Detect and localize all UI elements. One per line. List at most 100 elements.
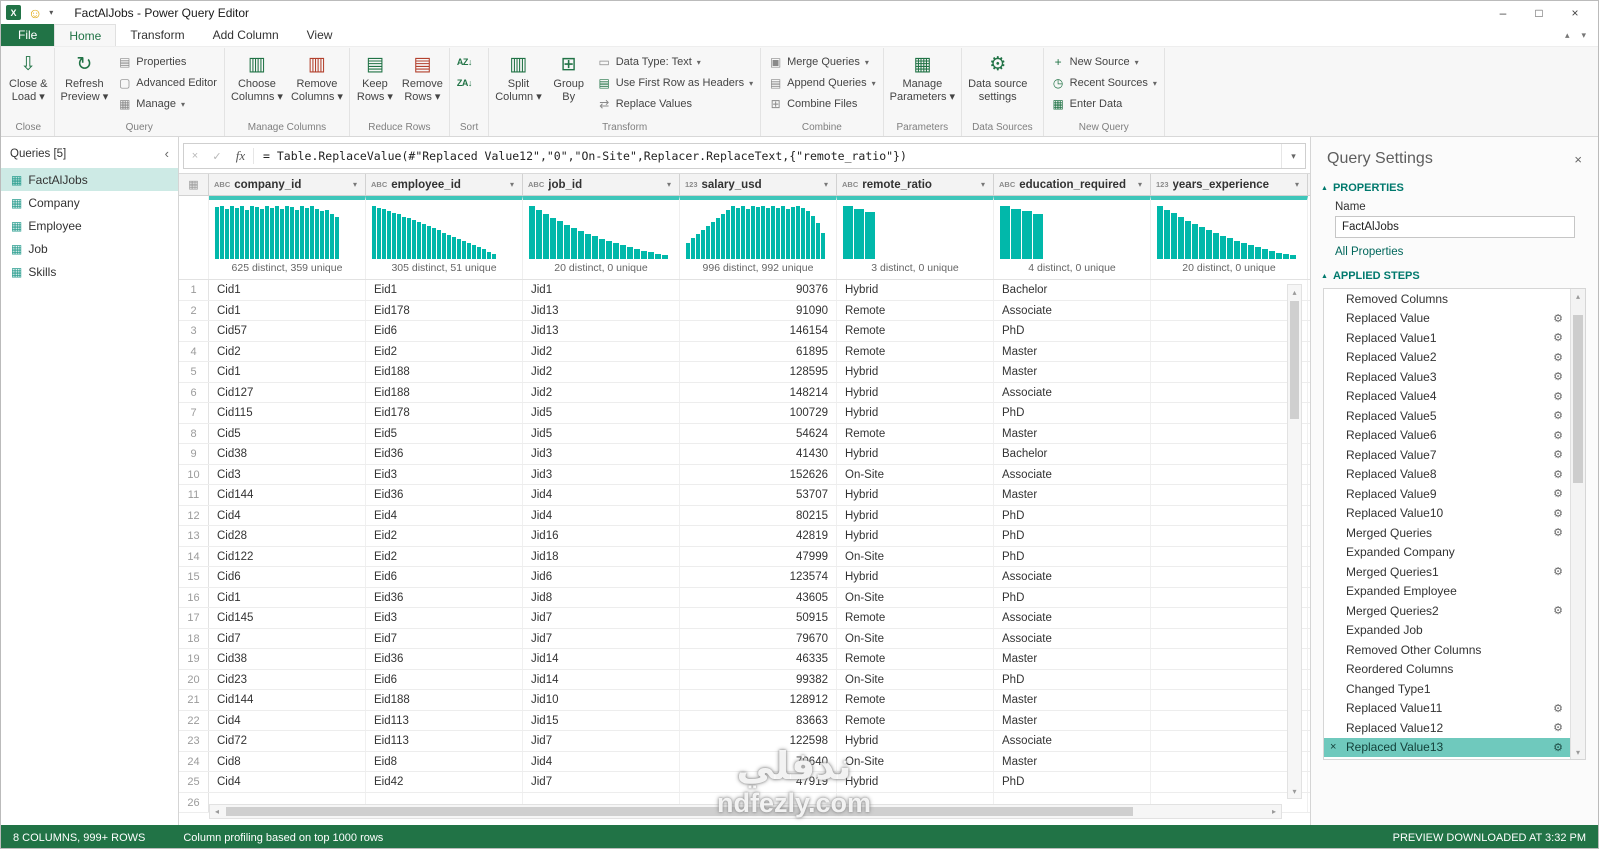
close-settings-icon[interactable]: × [1574, 152, 1582, 167]
step-settings-gear-icon[interactable]: ⚙ [1553, 526, 1563, 539]
grid-cell[interactable]: Cid127 [209, 383, 366, 403]
ribbon-button[interactable]: ⇄Replace Values [592, 94, 758, 114]
grid-cell[interactable]: Master [994, 342, 1151, 362]
query-item-skills[interactable]: ▦Skills [1, 260, 178, 283]
grid-cell[interactable]: Jid5 [523, 403, 680, 423]
grid-cell[interactable]: Jid3 [523, 444, 680, 464]
grid-cell[interactable] [1151, 506, 1308, 526]
grid-cell[interactable]: Eid188 [366, 362, 523, 382]
grid-cell[interactable]: Jid6 [523, 567, 680, 587]
grid-cell[interactable]: Cid144 [209, 690, 366, 710]
grid-cell[interactable]: Jid14 [523, 649, 680, 669]
ribbon-button[interactable]: ◷Recent Sources▾ [1046, 73, 1162, 93]
grid-cell[interactable]: Eid178 [366, 403, 523, 423]
grid-cell[interactable]: 70640 [680, 752, 837, 772]
quick-access-caret-icon[interactable]: ▾ [49, 8, 53, 17]
filter-dropdown-icon[interactable]: ▾ [507, 179, 517, 190]
grid-cell[interactable]: Jid4 [523, 506, 680, 526]
grid-cell[interactable]: PhD [994, 670, 1151, 690]
grid-cell[interactable]: 152626 [680, 465, 837, 485]
properties-section-header[interactable]: ▲ PROPERTIES [1311, 177, 1598, 198]
grid-cell[interactable]: Cid72 [209, 731, 366, 751]
grid-cell[interactable]: Jid1 [523, 280, 680, 300]
tab-add-column[interactable]: Add Column [199, 24, 293, 46]
column-header-years_experience[interactable]: 123years_experience▾ [1151, 174, 1308, 195]
grid-cell[interactable]: On-Site [837, 629, 994, 649]
applied-step[interactable]: ×Changed Type1 [1324, 679, 1585, 699]
grid-cell[interactable]: Jid13 [523, 321, 680, 341]
grid-cell[interactable]: Eid6 [366, 321, 523, 341]
grid-cell[interactable]: Jid3 [523, 465, 680, 485]
minimize-button[interactable]: – [1485, 1, 1521, 24]
grid-cell[interactable]: On-Site [837, 670, 994, 690]
step-settings-gear-icon[interactable]: ⚙ [1553, 448, 1563, 461]
smiley-toolbar-icon[interactable]: ☺ [28, 6, 42, 20]
restore-button[interactable]: □ [1521, 1, 1557, 24]
query-item-employee[interactable]: ▦Employee [1, 214, 178, 237]
grid-cell[interactable]: Eid2 [366, 547, 523, 567]
grid-cell[interactable]: Master [994, 649, 1151, 669]
tab-home[interactable]: Home [54, 24, 116, 46]
collapse-ribbon-icon[interactable]: ▴ [1565, 30, 1570, 41]
grid-cell[interactable] [1151, 342, 1308, 362]
grid-cell[interactable]: Cid2 [209, 342, 366, 362]
ribbon-button[interactable]: ⚙Data source settings [964, 49, 1031, 115]
grid-cell[interactable]: Cid115 [209, 403, 366, 423]
grid-cell[interactable]: 122598 [680, 731, 837, 751]
grid-cell[interactable]: On-Site [837, 752, 994, 772]
grid-cell[interactable] [1151, 526, 1308, 546]
horizontal-scroll-track[interactable] [224, 805, 1267, 818]
ribbon-button[interactable]: ▥Remove Columns ▾ [287, 49, 347, 115]
grid-cell[interactable]: Eid1 [366, 280, 523, 300]
grid-cell[interactable] [1151, 301, 1308, 321]
grid-cell[interactable]: Cid1 [209, 588, 366, 608]
grid-cell[interactable]: Associate [994, 567, 1151, 587]
grid-cell[interactable]: PhD [994, 772, 1151, 792]
grid-cell[interactable] [1151, 444, 1308, 464]
grid-cell[interactable]: 123574 [680, 567, 837, 587]
close-button[interactable]: × [1557, 1, 1593, 24]
grid-cell[interactable]: 50915 [680, 608, 837, 628]
step-settings-gear-icon[interactable]: ⚙ [1553, 604, 1563, 617]
grid-cell[interactable]: Jid5 [523, 424, 680, 444]
applied-step[interactable]: ×Replaced Value7⚙ [1324, 445, 1585, 465]
scroll-left-icon[interactable]: ◂ [210, 805, 224, 818]
grid-cell[interactable]: Hybrid [837, 526, 994, 546]
scroll-up-icon[interactable]: ▴ [1571, 289, 1585, 303]
grid-cell[interactable]: Remote [837, 608, 994, 628]
applied-step[interactable]: ×Replaced Value8⚙ [1324, 465, 1585, 485]
grid-cell[interactable] [1151, 711, 1308, 731]
grid-cell[interactable]: Eid36 [366, 444, 523, 464]
help-icon[interactable]: ▾ [1581, 30, 1586, 41]
grid-cell[interactable]: Hybrid [837, 731, 994, 751]
ribbon-button[interactable]: ▤Append Queries▾ [763, 73, 881, 93]
grid-cell[interactable]: Bachelor [994, 280, 1151, 300]
grid-cell[interactable]: Eid8 [366, 752, 523, 772]
step-settings-gear-icon[interactable]: ⚙ [1553, 351, 1563, 364]
formula-input[interactable]: = Table.ReplaceValue(#"Replaced Value12"… [254, 149, 1281, 163]
grid-cell[interactable] [1151, 690, 1308, 710]
grid-cell[interactable]: Eid2 [366, 526, 523, 546]
step-settings-gear-icon[interactable]: ⚙ [1553, 721, 1563, 734]
ribbon-button[interactable]: ▥Choose Columns ▾ [227, 49, 287, 115]
grid-cell[interactable]: Master [994, 424, 1151, 444]
grid-cell[interactable]: Cid1 [209, 301, 366, 321]
grid-cell[interactable] [1151, 588, 1308, 608]
grid-cell[interactable]: 128595 [680, 362, 837, 382]
applied-step[interactable]: ×Expanded Job [1324, 621, 1585, 641]
grid-cell[interactable] [1151, 383, 1308, 403]
all-properties-link[interactable]: All Properties [1311, 245, 1598, 265]
horizontal-scroll-thumb[interactable] [226, 807, 1133, 816]
grid-cell[interactable]: On-Site [837, 547, 994, 567]
grid-cell[interactable] [1151, 670, 1308, 690]
grid-cell[interactable]: Eid6 [366, 567, 523, 587]
applied-step[interactable]: ×Replaced Value10⚙ [1324, 504, 1585, 524]
filter-dropdown-icon[interactable]: ▾ [1292, 179, 1302, 190]
grid-cell[interactable]: Jid16 [523, 526, 680, 546]
steps-scrollbar[interactable]: ▴ ▾ [1570, 289, 1585, 759]
grid-cell[interactable]: Associate [994, 383, 1151, 403]
applied-step[interactable]: ×Replaced Value6⚙ [1324, 426, 1585, 446]
vertical-scroll-track[interactable] [1288, 299, 1301, 784]
grid-cell[interactable]: Cid5 [209, 424, 366, 444]
grid-cell[interactable]: 146154 [680, 321, 837, 341]
